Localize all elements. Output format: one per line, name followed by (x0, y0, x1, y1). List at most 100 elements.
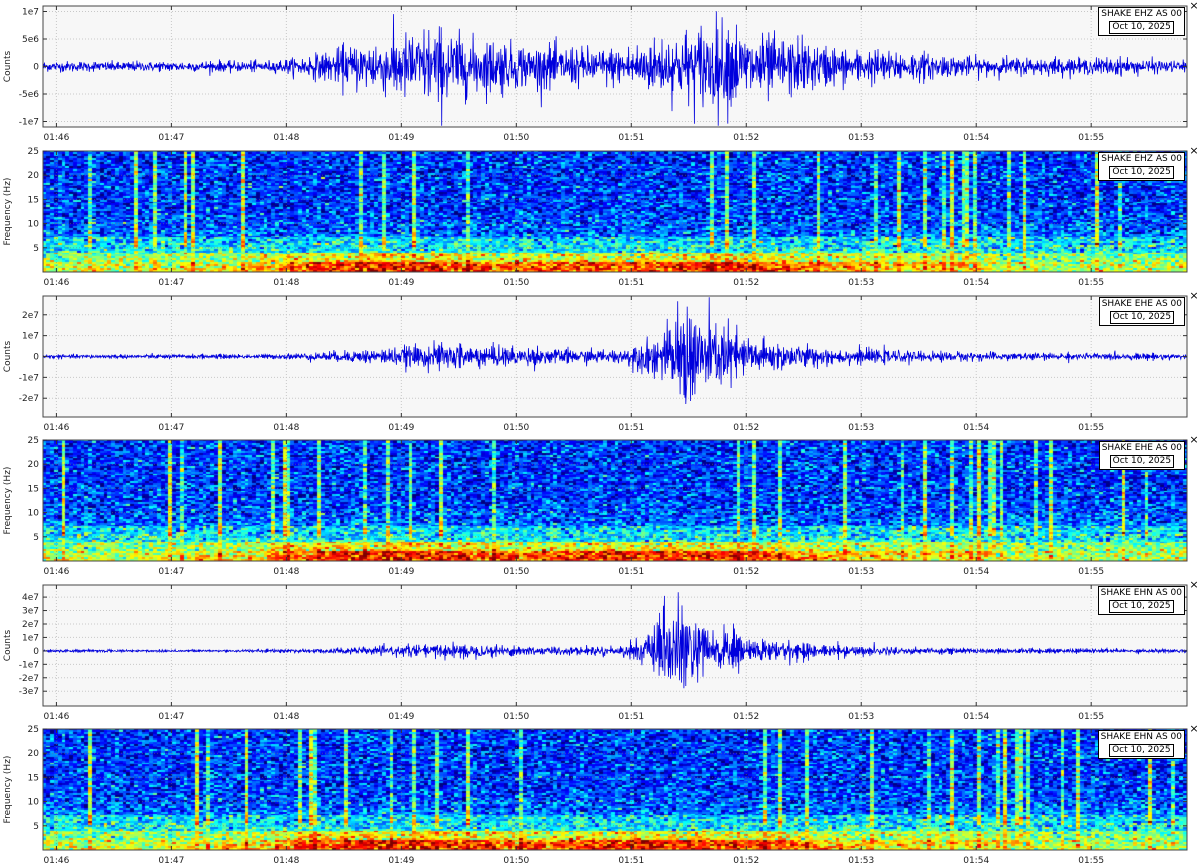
axes-frame (42, 150, 1188, 273)
y-axis-label: Frequency (Hz) (3, 178, 13, 246)
xtick-label: 01:51 (618, 423, 644, 433)
xtick-label: 01:55 (1078, 133, 1104, 143)
station-label: SHAKE EHZ AS 00 (1101, 9, 1182, 19)
xtick-label: 01:53 (848, 567, 874, 577)
ytick-label: 2e7 (22, 620, 39, 630)
xtick-label: 01:51 (618, 712, 644, 722)
date-label: Oct 10, 2025 (1109, 455, 1175, 468)
panel-3: 25 20 15 10 5 01:46 01:47 01:48 01:49 01:50 01:51 0… (0, 434, 1200, 579)
ytick-label: -1e7 (19, 373, 39, 383)
axes-frame (42, 728, 1188, 851)
xtick-label: 01:48 (273, 278, 299, 288)
ytick-label: 0 (33, 63, 39, 73)
xtick-label: 01:46 (43, 278, 69, 288)
xtick-label: 01:50 (503, 133, 529, 143)
xtick-label: 01:54 (963, 567, 989, 577)
xtick-label: 01:46 (43, 567, 69, 577)
station-legend: SHAKE EHE AS 00 Oct 10, 2025 (1098, 297, 1185, 326)
xtick-label: 01:48 (273, 856, 299, 866)
y-axis-label: Frequency (Hz) (3, 756, 13, 824)
y-axis-label: Counts (3, 50, 13, 82)
station-label: SHAKE EHN AS 00 (1100, 732, 1182, 742)
xtick-label: 01:48 (273, 712, 299, 722)
y-axis-label: Counts (3, 629, 13, 661)
plot-svg: 4e7 3e7 2e7 1e7 0 -1e7 -2e7 -3e7 01:46 01:47 01:48… (3, 584, 1188, 722)
ytick-label: 25 (28, 725, 39, 735)
xtick-label: 01:52 (733, 423, 759, 433)
xtick-label: 01:48 (273, 133, 299, 143)
ytick-label: 1e7 (22, 8, 39, 18)
panel-0: 1e7 5e6 0 -5e6 -1e7 01:46 01:47 01:48 01:49 01:50… (0, 0, 1200, 145)
xtick-label: 01:51 (618, 856, 644, 866)
xtick-label: 01:53 (848, 423, 874, 433)
xtick-label: 01:50 (503, 856, 529, 866)
ytick-label: 3e7 (22, 607, 39, 617)
xtick-label: 01:54 (963, 133, 989, 143)
station-label: SHAKE EHE AS 00 (1101, 299, 1182, 309)
close-icon[interactable]: × (1188, 290, 1200, 302)
xtick-label: 01:49 (388, 567, 414, 577)
panel-2: 2e7 1e7 0 -1e7 -2e7 01:46 01:47 01:48 01:49 01:50… (0, 290, 1200, 435)
xtick-label: 01:49 (388, 712, 414, 722)
xtick-label: 01:47 (158, 567, 184, 577)
plot-svg: 25 20 15 10 5 01:46 01:47 01:48 01:49 01:50 01:51 0… (3, 725, 1188, 866)
ytick-label: -2e7 (19, 394, 39, 404)
close-icon[interactable]: × (1188, 145, 1200, 157)
ytick-label: 25 (28, 436, 39, 446)
xtick-label: 01:55 (1078, 567, 1104, 577)
xtick-label: 01:55 (1078, 712, 1104, 722)
plot-svg: 25 20 15 10 5 01:46 01:47 01:48 01:49 01:50 01:51 0… (3, 147, 1188, 288)
panel-4: 4e7 3e7 2e7 1e7 0 -1e7 -2e7 -3e7 01:46 01:47 01:48… (0, 579, 1200, 724)
xtick-label: 01:46 (43, 423, 69, 433)
station-legend: SHAKE EHZ AS 00 Oct 10, 2025 (1098, 152, 1185, 181)
axes-frame (42, 439, 1188, 562)
xtick-label: 01:46 (43, 133, 69, 143)
plot-svg: 2e7 1e7 0 -1e7 -2e7 01:46 01:47 01:48 01:49 01:50… (3, 295, 1188, 433)
xtick-label: 01:47 (158, 712, 184, 722)
xtick-label: 01:54 (963, 856, 989, 866)
xtick-label: 01:54 (963, 423, 989, 433)
xtick-label: 01:53 (848, 712, 874, 722)
plot-svg: 25 20 15 10 5 01:46 01:47 01:48 01:49 01:50 01:51 0… (3, 436, 1188, 577)
ytick-label: 5 (33, 244, 39, 254)
ytick-label: 15 (28, 773, 39, 783)
ytick-label: 10 (28, 509, 40, 519)
ytick-label: 25 (28, 147, 39, 157)
panel-5: 25 20 15 10 5 01:46 01:47 01:48 01:49 01:50 01:51 0… (0, 723, 1200, 868)
date-label: Oct 10, 2025 (1109, 166, 1174, 179)
xtick-label: 01:51 (618, 567, 644, 577)
xtick-label: 01:47 (158, 856, 184, 866)
xtick-label: 01:47 (158, 133, 184, 143)
xtick-label: 01:55 (1078, 856, 1104, 866)
ytick-label: -5e6 (19, 90, 40, 100)
xtick-label: 01:53 (848, 133, 874, 143)
ytick-label: 5 (33, 533, 39, 543)
ytick-label: 5 (33, 822, 39, 832)
xtick-label: 01:49 (388, 856, 414, 866)
xtick-label: 01:49 (388, 423, 414, 433)
xtick-label: 01:55 (1078, 423, 1104, 433)
close-icon[interactable]: × (1188, 579, 1200, 591)
ytick-label: 20 (28, 749, 40, 759)
date-label: Oct 10, 2025 (1109, 311, 1175, 324)
xtick-label: 01:46 (43, 712, 69, 722)
ytick-label: 0 (33, 647, 39, 657)
date-label: Oct 10, 2025 (1109, 744, 1174, 757)
station-label: SHAKE EHN AS 00 (1100, 588, 1182, 598)
y-axis-label: Counts (3, 340, 13, 372)
close-icon[interactable]: × (1188, 723, 1200, 735)
ytick-label: -1e7 (19, 660, 39, 670)
xtick-label: 01:52 (733, 278, 759, 288)
xtick-label: 01:49 (388, 278, 414, 288)
station-legend: SHAKE EHN AS 00 Oct 10, 2025 (1097, 586, 1185, 615)
close-icon[interactable]: × (1188, 434, 1200, 446)
xtick-label: 01:53 (848, 856, 874, 866)
station-label: SHAKE EHZ AS 00 (1101, 154, 1182, 164)
ytick-label: 0 (33, 353, 39, 363)
xtick-label: 01:52 (733, 856, 759, 866)
y-axis-label: Frequency (Hz) (3, 467, 13, 535)
xtick-label: 01:50 (503, 423, 529, 433)
close-icon[interactable]: × (1188, 0, 1200, 12)
xtick-label: 01:48 (273, 423, 299, 433)
ytick-label: -3e7 (19, 687, 39, 697)
